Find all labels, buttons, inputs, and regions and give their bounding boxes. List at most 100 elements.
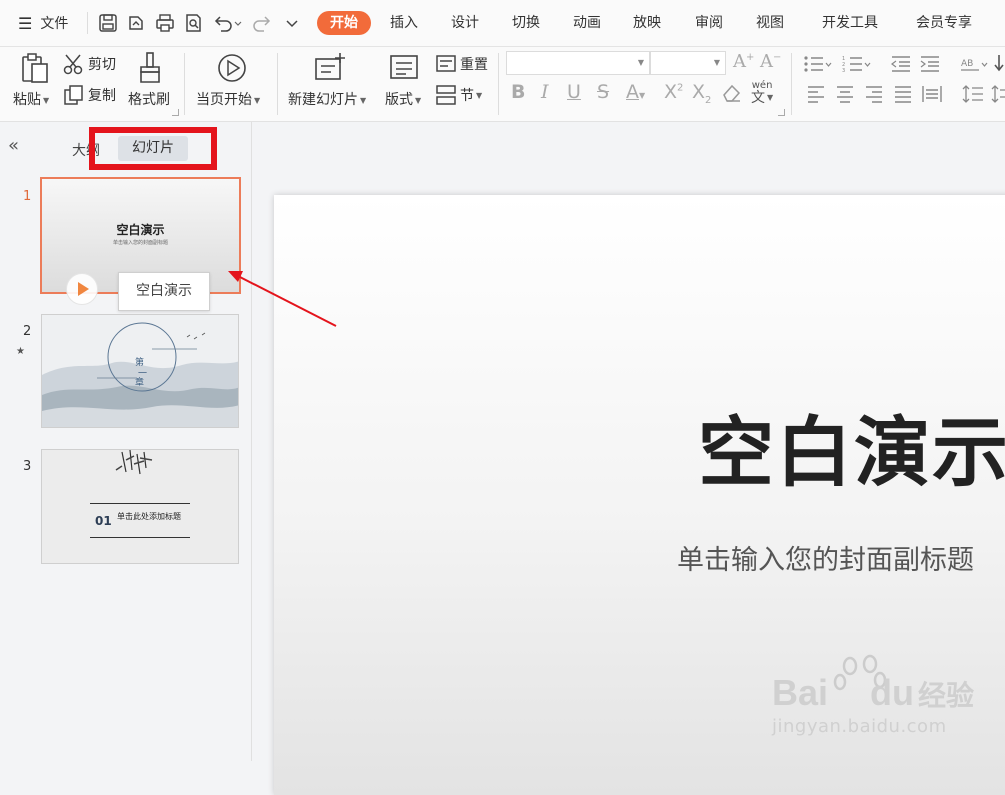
ink-bamboo-image — [115, 450, 153, 475]
new-slide-icon — [315, 53, 345, 80]
numbering-icon[interactable]: 123 — [842, 55, 872, 73]
tab-insert[interactable]: 插入 — [390, 11, 418, 35]
scissors-icon — [63, 54, 83, 75]
format-painter-label: 格式刷 — [128, 92, 170, 108]
increase-font-icon[interactable]: A+ — [733, 51, 754, 72]
tab-home[interactable]: 开始 — [317, 11, 371, 35]
divider — [277, 53, 278, 115]
dropdown-caret-icon: ▼ — [254, 95, 261, 105]
font-size-select[interactable]: ▼ — [650, 51, 726, 75]
strikethrough-icon[interactable]: S — [597, 81, 609, 103]
underline-icon[interactable]: U — [567, 81, 581, 103]
decrease-font-icon[interactable]: A− — [760, 51, 781, 72]
thumb-chapter-text-c: 章 — [135, 378, 145, 388]
tab-slideshow[interactable]: 放映 — [633, 11, 661, 35]
distribute-icon[interactable] — [921, 85, 943, 103]
file-menu[interactable]: ☰ 文件 — [18, 0, 68, 46]
bullets-icon[interactable] — [803, 55, 833, 73]
justify-icon[interactable] — [893, 85, 913, 103]
cut-button[interactable]: 剪切 — [63, 53, 116, 75]
brush-icon — [140, 52, 160, 83]
collapse-pane-icon[interactable]: « — [8, 135, 19, 156]
svg-text:AB: AB — [961, 59, 973, 69]
subscript-icon[interactable]: X2 — [692, 81, 711, 106]
font-name-select[interactable]: ▼ — [506, 51, 650, 75]
slide-number: 3 — [23, 459, 32, 474]
watermark-brand: Bai — [772, 672, 829, 713]
clear-format-icon[interactable] — [721, 81, 743, 108]
slide-subtitle-placeholder[interactable]: 单击输入您的封面副标题 — [677, 538, 974, 577]
play-slide-button[interactable] — [66, 273, 98, 305]
phonetic-char-icon: 文 ▼ — [751, 90, 774, 106]
align-right-icon[interactable] — [864, 85, 884, 103]
print-preview-icon[interactable] — [184, 13, 204, 33]
dropdown-caret-icon: ▼ — [43, 95, 50, 105]
menubar: ☰ 文件 开始 插入 设计 切换 动画 放映 审阅 视图 开发工具 会员专享 — [0, 0, 1005, 47]
font-group-launcher[interactable] — [778, 109, 785, 116]
align-center-icon[interactable] — [835, 85, 855, 103]
divider — [184, 53, 185, 115]
section-button[interactable]: 节 ▼ — [435, 84, 482, 106]
superscript-icon[interactable]: X2 — [664, 81, 683, 103]
bold-icon[interactable]: B — [511, 81, 525, 103]
play-icon — [78, 282, 89, 296]
layout-label: 版式 — [385, 92, 413, 108]
thumb-title: 空白演示 — [116, 223, 165, 237]
copy-icon — [64, 85, 83, 105]
tab-developer[interactable]: 开发工具 — [822, 11, 878, 35]
slide-thumbnail-2[interactable]: 第 一 章 — [41, 314, 239, 428]
print-icon[interactable] — [155, 13, 175, 33]
section-icon — [436, 85, 456, 105]
new-slide-label: 新建幻灯片 — [288, 92, 358, 108]
paste-button[interactable]: 粘贴 ▼ — [13, 51, 52, 109]
thumb-divider — [90, 503, 190, 504]
phonetic-guide-button[interactable]: wén 文 ▼ — [751, 81, 774, 106]
paste-label: 粘贴 — [13, 92, 41, 108]
tab-animations[interactable]: 动画 — [573, 11, 601, 35]
play-from-current-label: 当页开始 — [196, 92, 252, 108]
new-slide-button[interactable]: 新建幻灯片 ▼ — [288, 51, 366, 109]
save-icon[interactable] — [98, 13, 118, 33]
decrease-indent-icon[interactable] — [890, 55, 912, 73]
dropdown-caret-icon: ▼ — [476, 90, 483, 100]
annotation-highlight-box — [89, 127, 217, 170]
copy-button[interactable]: 复制 — [63, 84, 116, 106]
reset-button[interactable]: 重置 — [435, 53, 488, 75]
divider — [87, 12, 88, 34]
clipboard-group-launcher[interactable] — [172, 109, 179, 116]
paragraph-spacing-icon[interactable] — [991, 85, 1005, 103]
watermark-url: jingyan.baidu.com — [772, 716, 947, 737]
thumb-subtitle: 单击输入您的封面副标题 — [112, 240, 168, 246]
increase-indent-icon[interactable] — [919, 55, 941, 73]
slide-title-placeholder[interactable]: 空白演示 — [698, 391, 1005, 501]
redo-icon[interactable] — [252, 13, 272, 33]
cut-label: 剪切 — [88, 57, 116, 73]
slide-thumbnail-3[interactable]: 01 单击此处添加标题 — [41, 449, 239, 564]
play-from-current-button[interactable]: 当页开始 ▼ — [196, 51, 260, 109]
line-spacing-icon[interactable] — [962, 85, 984, 103]
tab-transitions[interactable]: 切换 — [512, 11, 540, 35]
text-direction-icon[interactable] — [993, 53, 1005, 73]
tab-review[interactable]: 审阅 — [695, 11, 723, 35]
tab-member[interactable]: 会员专享 — [916, 11, 972, 35]
thumb-title: 单击此处添加标题 — [117, 512, 181, 521]
tab-view[interactable]: 视图 — [756, 11, 784, 35]
thumb-divider — [90, 537, 190, 538]
layout-button[interactable]: 版式 ▼ — [385, 51, 421, 109]
tab-design[interactable]: 设计 — [451, 11, 479, 35]
font-color-icon[interactable]: A▼ — [626, 81, 645, 103]
reset-icon — [436, 55, 456, 72]
text-box-icon[interactable]: AB — [960, 55, 990, 73]
undo-icon[interactable] — [213, 13, 243, 33]
customize-toolbar-icon[interactable] — [284, 13, 300, 33]
svg-text:3: 3 — [842, 68, 845, 73]
italic-icon[interactable]: I — [541, 81, 549, 103]
export-icon[interactable] — [126, 13, 146, 33]
format-painter-button[interactable]: 格式刷 — [128, 51, 170, 109]
divider — [498, 53, 499, 115]
baidu-jingyan-watermark: Bai du 经验 jingyan.baidu.com — [772, 652, 974, 742]
section-label: 节 — [460, 88, 474, 104]
align-left-icon[interactable] — [806, 85, 826, 103]
dropdown-caret-icon: ▼ — [637, 58, 644, 67]
animation-star-icon: ★ — [16, 346, 25, 357]
